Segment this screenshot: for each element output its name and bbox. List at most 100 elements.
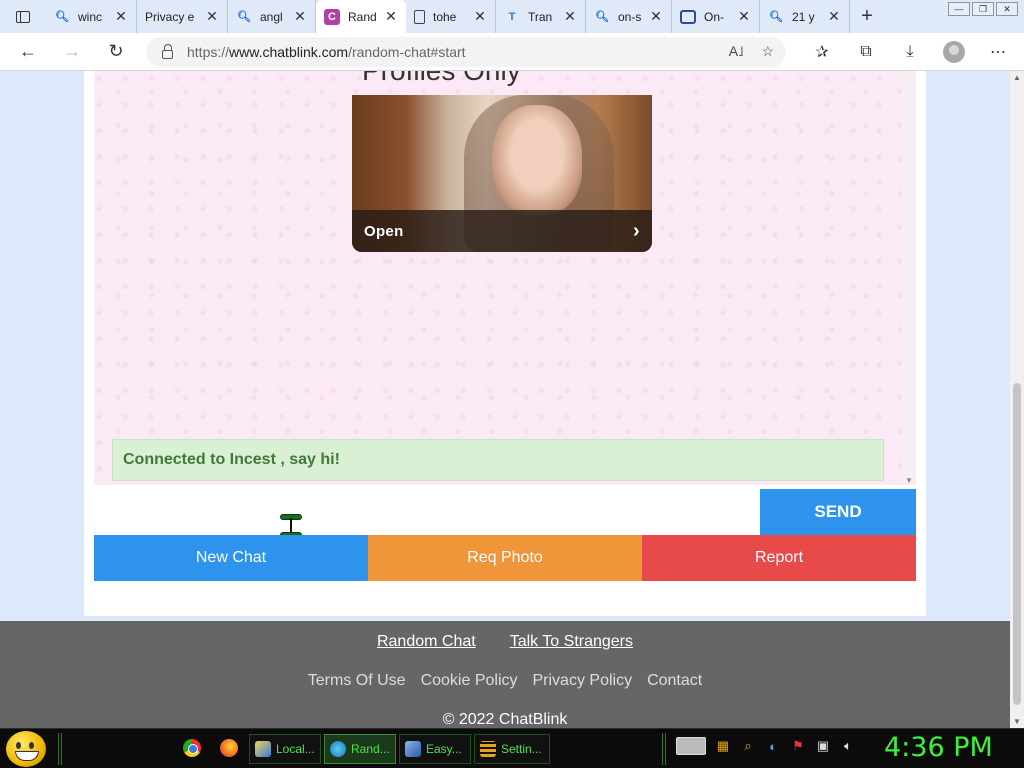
search-icon: 🔍︎: [237, 11, 251, 23]
scroll-down-icon[interactable]: ▼: [905, 476, 913, 485]
tab-3[interactable]: 🔍︎ angl ✕: [228, 0, 316, 33]
promo-card[interactable]: Open ›: [352, 95, 652, 252]
footer-link-talk-to-strangers[interactable]: Talk To Strangers: [510, 633, 633, 651]
tab-actions-button[interactable]: [0, 0, 46, 33]
translate-icon: T: [508, 10, 516, 23]
keyboard-icon[interactable]: [676, 737, 706, 755]
menu-more-icon[interactable]: ⋯: [976, 33, 1020, 71]
tab-label: Privacy e: [145, 9, 195, 24]
close-icon[interactable]: ✕: [293, 8, 307, 25]
taskbar-item-settings[interactable]: Settin...: [474, 734, 550, 764]
window-controls: — ❐ ✕: [948, 2, 1018, 16]
promo-title: Profiles Only: [362, 71, 521, 87]
taskbar-item-local[interactable]: Local...: [249, 734, 321, 764]
send-button[interactable]: SEND: [760, 489, 916, 535]
tab-label: On-: [704, 9, 725, 24]
search-icon: 🔍︎: [55, 11, 69, 23]
promo-open-bar[interactable]: Open ›: [352, 210, 652, 252]
scrollbar-thumb[interactable]: [1013, 383, 1021, 705]
scroll-down-icon[interactable]: ▼: [1013, 717, 1021, 726]
scroll-up-icon[interactable]: ▲: [1013, 73, 1021, 82]
chrome-icon[interactable]: [183, 739, 201, 757]
chat-actions: New Chat Req Photo Report: [94, 535, 916, 581]
new-tab-button[interactable]: +: [850, 0, 884, 33]
search-tray-icon[interactable]: ⌕: [740, 738, 756, 754]
tab-1[interactable]: 🔍︎ winc ✕: [46, 0, 137, 33]
close-icon[interactable]: ✕: [384, 8, 398, 25]
taskbar-item-easy[interactable]: Easy...: [399, 734, 471, 764]
minimize-button[interactable]: —: [948, 2, 970, 16]
message-input[interactable]: [94, 489, 760, 535]
page-viewport: Profiles Only Open › Connected to Incest…: [0, 71, 1010, 728]
status-message: Connected to Incest , say hi!: [112, 439, 884, 481]
taskbar: Local... Rand... Easy... Settin... ▦ ⌕ ◐…: [0, 728, 1024, 768]
tab-label: angl: [260, 9, 283, 24]
browser-tab-strip: 🔍︎ winc ✕ Privacy e ✕ 🔍︎ angl ✕ C Rand ✕…: [0, 0, 1024, 33]
tab-random-chat[interactable]: C Rand ✕: [316, 0, 406, 33]
tab-actions-icon: [16, 10, 30, 23]
start-button[interactable]: [6, 731, 46, 767]
profile-button[interactable]: [932, 33, 976, 71]
lock-icon[interactable]: [162, 43, 173, 59]
tab-5[interactable]: tohe ✕: [406, 0, 496, 33]
forward-button[interactable]: →: [50, 33, 94, 71]
edge-tray-icon[interactable]: ◐: [765, 738, 781, 754]
url-host: www.chatblink.com: [229, 44, 349, 60]
taskbar-item-edge[interactable]: Rand...: [324, 734, 396, 764]
footer-link-cookie[interactable]: Cookie Policy: [421, 672, 518, 690]
report-button[interactable]: Report: [642, 535, 916, 581]
address-bar[interactable]: https://www.chatblink.com/random-chat#st…: [146, 37, 786, 67]
page-scrollbar[interactable]: ▲ ▼: [1010, 71, 1024, 728]
close-icon[interactable]: ✕: [649, 8, 663, 25]
promo-photo-face: [492, 105, 582, 215]
taskbar-item-label: Easy...: [426, 742, 462, 756]
system-tray: ▦ ⌕ ◐ ⚑ ▣ 🔈︎: [676, 737, 856, 755]
search-icon: 🔍︎: [595, 11, 609, 23]
refresh-button[interactable]: ↻: [94, 33, 138, 71]
tab-label: on-s: [618, 9, 642, 24]
tab-6[interactable]: T Tran ✕: [496, 0, 586, 33]
restore-button[interactable]: ❐: [972, 2, 994, 16]
close-icon[interactable]: ✕: [563, 8, 577, 25]
downloads-icon[interactable]: ⤓: [888, 33, 932, 71]
browser-toolbar: ← → ↻ https://www.chatblink.com/random-c…: [0, 33, 1024, 71]
favorite-star-icon[interactable]: ☆: [761, 43, 774, 60]
tab-2[interactable]: Privacy e ✕: [137, 0, 228, 33]
req-photo-button[interactable]: Req Photo: [368, 535, 642, 581]
tab-label: winc: [78, 9, 103, 24]
page-footer: Random Chat Talk To Strangers Terms Of U…: [0, 621, 1010, 728]
tab-9[interactable]: 🔍︎ 21 y ✕: [760, 0, 850, 33]
chat-messages-area[interactable]: Profiles Only Open › Connected to Incest…: [94, 71, 902, 485]
taskbar-clock[interactable]: 4:36 PM: [884, 732, 993, 763]
taskbar-item-label: Rand...: [351, 742, 390, 756]
new-chat-button[interactable]: New Chat: [94, 535, 368, 581]
footer-secondary-links: Terms Of Use Cookie Policy Privacy Polic…: [0, 672, 1010, 690]
network-icon[interactable]: ▣: [815, 738, 831, 754]
volume-icon[interactable]: 🔈︎: [840, 738, 856, 754]
footer-link-contact[interactable]: Contact: [647, 672, 702, 690]
flag-icon[interactable]: ⚑: [790, 738, 806, 754]
tab-7[interactable]: 🔍︎ on-s ✕: [586, 0, 672, 33]
edge-icon: [330, 741, 346, 757]
close-icon[interactable]: ✕: [114, 8, 128, 25]
taskbar-separator: [662, 733, 666, 765]
promo-open-label: Open: [364, 222, 404, 240]
collections-icon[interactable]: ⧉: [844, 33, 888, 71]
close-icon[interactable]: ✕: [737, 8, 751, 25]
grid-icon[interactable]: ▦: [715, 738, 731, 754]
close-window-button[interactable]: ✕: [996, 2, 1018, 16]
footer-link-random-chat[interactable]: Random Chat: [377, 633, 476, 651]
favorites-icon[interactable]: ✰: [800, 33, 844, 71]
firefox-icon[interactable]: [220, 739, 238, 757]
tab-8[interactable]: On- ✕: [672, 0, 760, 33]
close-icon[interactable]: ✕: [473, 8, 487, 25]
close-icon[interactable]: ✕: [205, 8, 219, 25]
footer-link-terms[interactable]: Terms Of Use: [308, 672, 406, 690]
read-aloud-icon[interactable]: A˩: [729, 43, 744, 60]
back-button[interactable]: ←: [6, 33, 50, 71]
close-icon[interactable]: ✕: [827, 8, 841, 25]
chat-scrollbar[interactable]: ▼: [902, 71, 916, 485]
footer-link-privacy[interactable]: Privacy Policy: [533, 672, 633, 690]
search-icon: 🔍︎: [769, 11, 783, 23]
tab-label: Rand: [348, 9, 377, 24]
